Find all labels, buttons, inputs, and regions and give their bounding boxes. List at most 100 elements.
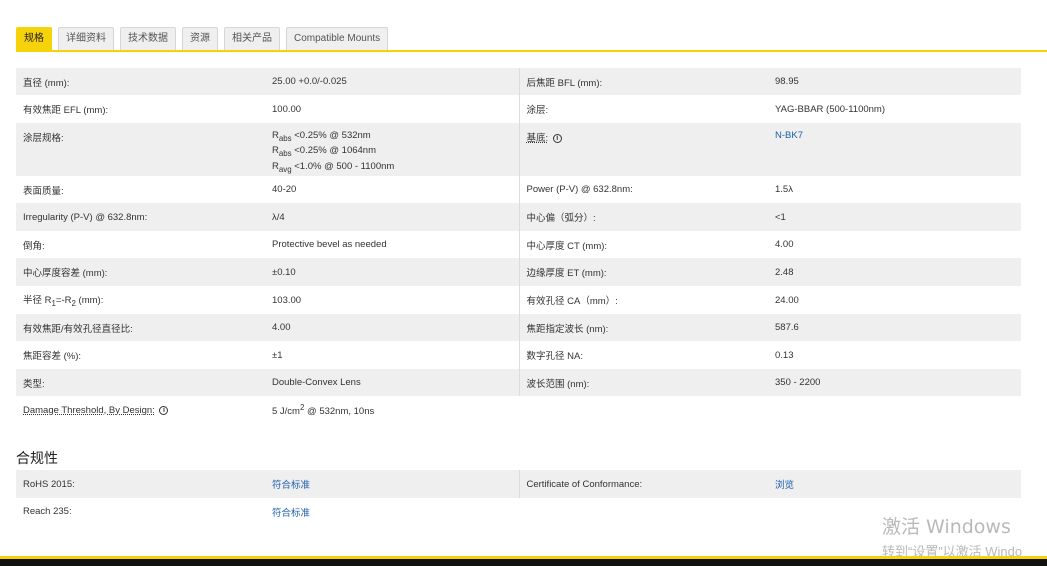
table-row: 半径 R1=-R2 (mm): 103.00 有效孔径 CA（mm）: 24.0… [16,286,1021,315]
spec-value: 100.00 [265,95,520,123]
spec-value: ±0.10 [265,258,520,287]
spec-label: 数字孔径 NA: [526,351,583,363]
compliance-value: 符合标准 [265,498,519,525]
certificate-browse-link[interactable]: 浏览 [775,480,794,491]
empty-cell [519,396,768,424]
spec-label: 倒角: [23,240,45,252]
coating-symbol: R [272,145,279,157]
substrate-tooltip-label[interactable]: 基底: [527,133,549,144]
coating-subscript: abs [278,133,292,143]
spec-label: 表面质量: [23,185,64,197]
compliance-title: 合规性 [16,450,58,466]
spec-value: 0.13 [775,349,794,361]
spec-label: Damage Threshold, By Design: i [16,396,265,424]
table-row: 焦距容差 (%): ±1 数字孔径 NA: 0.13 [16,341,1021,370]
spec-value: 4.00 [265,314,520,342]
tab-details[interactable]: 详细资料 [58,27,114,50]
tab-specifications[interactable]: 规格 [16,27,52,50]
spec-label: 基底: i [519,123,768,177]
info-circle-icon[interactable]: i [552,133,562,143]
spec-label: Irregularity (P-V) @ 632.8nm: [16,203,265,232]
table-row: Reach 235: 符合标准 [16,498,1021,525]
spec-label: Power (P-V) @ 632.8nm: [526,184,633,196]
spec-label: 涂层规格: [16,123,265,177]
specifications-table: 直径 (mm): 25.00 +0.0/-0.025 后焦距 BFL (mm):… [16,68,1021,424]
tab-bar: 规格 详细资料 技术数据 资源 相关产品 Compatible Mounts [16,27,1047,52]
coating-subscript: avg [278,164,292,174]
spec-label: 类型: [16,369,265,397]
coating-spec-line: Rabs <0.25% @ 1064nm [272,145,512,160]
spec-label: 半径 R1=-R2 (mm): [16,286,265,314]
coating-text: <0.25% @ 1064nm [291,145,377,157]
radius-label: (mm): [75,295,104,307]
empty-cell [519,498,768,525]
table-row: Irregularity (P-V) @ 632.8nm: λ/4 中心偏（弧分… [16,203,1021,232]
activate-windows-watermark: 激活 Windows 转到“设置”以激活 Windo [882,512,1022,560]
reach-link[interactable]: 符合标准 [272,508,310,519]
table-row: Damage Threshold, By Design: i 5 J/cm2 @… [16,396,1021,424]
spec-value: λ/4 [265,203,520,232]
spec-value: YAG-BBAR (500-1100nm) [775,103,885,115]
coating-spec-value: Rabs <0.25% @ 532nm Rabs <0.25% @ 1064nm… [265,123,520,177]
damage-threshold-tooltip-label[interactable]: Damage Threshold, By Design: [23,405,155,416]
empty-cell [768,396,1021,424]
coating-symbol: R [272,160,279,172]
tab-related-products[interactable]: 相关产品 [224,27,280,50]
table-row: 涂层规格: Rabs <0.25% @ 532nm Rabs <0.25% @ … [16,123,1021,177]
compliance-table: RoHS 2015: 符合标准 Certificate of Conforman… [16,470,1021,525]
spec-value: 40-20 [265,176,520,204]
spec-label: 直径 (mm): [16,68,265,95]
spec-value: 2.48 [768,258,1021,287]
coating-text: <1.0% @ 500 - 1100nm [291,160,395,172]
table-row: 直径 (mm): 25.00 +0.0/-0.025 后焦距 BFL (mm):… [16,68,1021,95]
spec-label: 焦距容差 (%): [23,351,82,363]
spec-label: 后焦距 BFL (mm): [519,68,768,95]
damage-value: @ 532nm, 10ns [304,406,375,418]
spec-value: 350 - 2200 [768,369,1021,397]
spec-value: ±1 [265,341,520,370]
table-row: 中心厚度容差 (mm): ±0.10 边缘厚度 ET (mm): 2.48 [16,258,1021,287]
spec-label: 涂层: [526,105,549,116]
coating-spec-line: Rabs <0.25% @ 532nm [272,130,512,145]
tab-resources[interactable]: 资源 [182,27,218,50]
compliance-label: RoHS 2015: [16,470,265,498]
table-row: 有效焦距 EFL (mm): 100.00 涂层: YAG-BBAR (500-… [16,95,1021,123]
spec-label: 中心偏（弧分）: [519,203,768,232]
coating-spec-line: Ravg <1.0% @ 500 - 1100nm [272,161,512,176]
spec-value: 4.00 [775,239,794,251]
coating-text: <0.25% @ 532nm [291,130,371,141]
table-row: 有效焦距/有效孔径直径比: 4.00 焦距指定波长 (nm): 587.6 [16,314,1021,342]
tab-compatible-mounts[interactable]: Compatible Mounts [286,27,389,50]
compliance-value: 浏览 [768,470,1021,498]
spec-label: 有效焦距 EFL (mm): [23,105,109,116]
substrate-link[interactable]: N-BK7 [775,130,803,141]
spec-value: N-BK7 [768,123,1021,177]
spec-label: 中心厚度容差 (mm): [16,258,265,287]
spec-label: 焦距指定波长 (nm): [519,314,768,342]
spec-label: 有效孔径 CA（mm）: [526,296,618,308]
table-row: 类型: Double-Convex Lens 波长范围 (nm): 350 - … [16,369,1021,397]
table-row: 表面质量: 40-20 Power (P-V) @ 632.8nm: 1.5λ [16,176,1021,204]
rohs-link[interactable]: 符合标准 [272,480,310,491]
radius-label: =-R [55,295,72,307]
table-row: RoHS 2015: 符合标准 Certificate of Conforman… [16,470,1021,498]
coating-symbol: R [272,130,279,141]
tab-technical-data[interactable]: 技术数据 [120,27,176,50]
damage-value: 5 J/cm [272,406,300,418]
compliance-value: 符合标准 [265,470,520,498]
coating-subscript: abs [278,149,292,159]
spec-value: 98.95 [768,68,1021,95]
spec-value: 25.00 +0.0/-0.025 [265,68,520,95]
spec-value: 103.00 [265,286,520,315]
compliance-label: Certificate of Conformance: [519,470,768,498]
compliance-label: Reach 235: [23,506,72,517]
spec-label: 波长范围 (nm): [519,369,768,397]
spec-value: Double-Convex Lens [265,369,520,397]
spec-label: 中心厚度 CT (mm): [526,240,608,252]
spec-value: Protective bevel as needed [265,231,520,259]
spec-value: 5 J/cm2 @ 532nm, 10ns [265,396,519,424]
spec-label: 有效焦距/有效孔径直径比: [16,314,265,342]
table-row: 倒角: Protective bevel as needed 中心厚度 CT (… [16,231,1021,259]
info-circle-icon[interactable]: i [159,405,169,415]
footer-bar [0,556,1047,566]
